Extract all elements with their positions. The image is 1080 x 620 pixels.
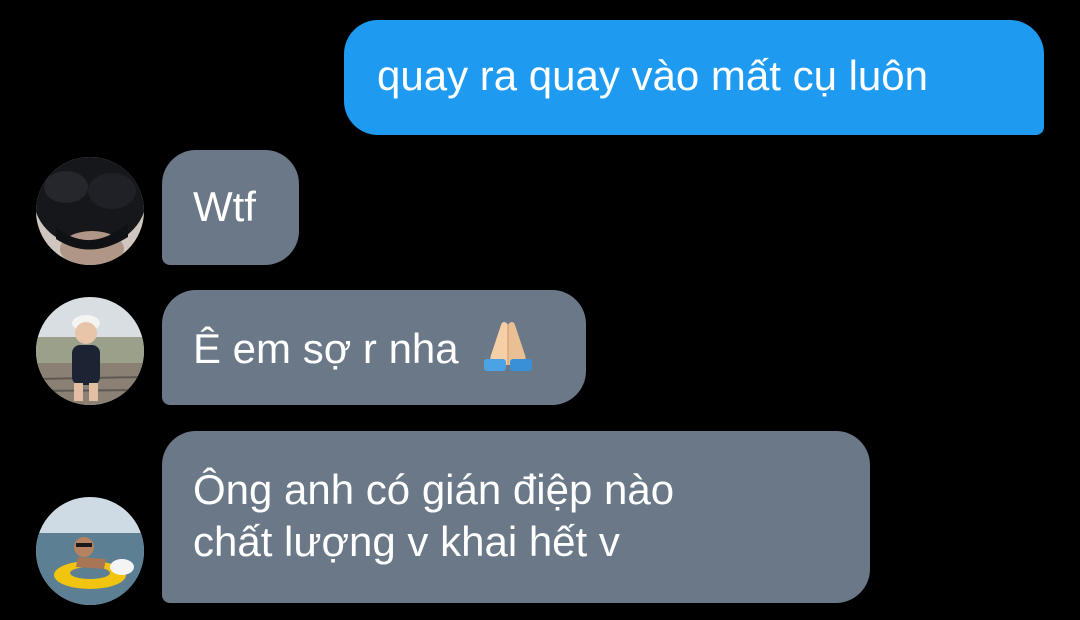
folded-hands-icon [478,315,538,383]
incoming-message-bubble[interactable]: Ê em sợ r nha [162,290,586,405]
message-text-line: chất lượng v khai hết v [193,518,620,565]
message-text: Wtf [193,183,256,230]
message-text-line: Ông anh có gián điệp nào [193,466,675,513]
dark-hair-avatar[interactable] [36,157,144,265]
child-cap-avatar[interactable] [36,297,144,405]
beach-float-avatar[interactable] [36,497,144,605]
message-text: Ê em sợ r nha [193,325,459,373]
message-thread: quay ra quay vào mất cụ luôn Wtf Ê em sợ… [0,0,1080,620]
outgoing-message-bubble[interactable]: quay ra quay vào mất cụ luôn [344,20,1044,135]
incoming-message-bubble[interactable]: Ông anh có gián điệp nào chất lượng v kh… [162,431,870,603]
message-text: quay ra quay vào mất cụ luôn [377,52,929,99]
incoming-message-bubble[interactable]: Wtf [162,150,299,265]
